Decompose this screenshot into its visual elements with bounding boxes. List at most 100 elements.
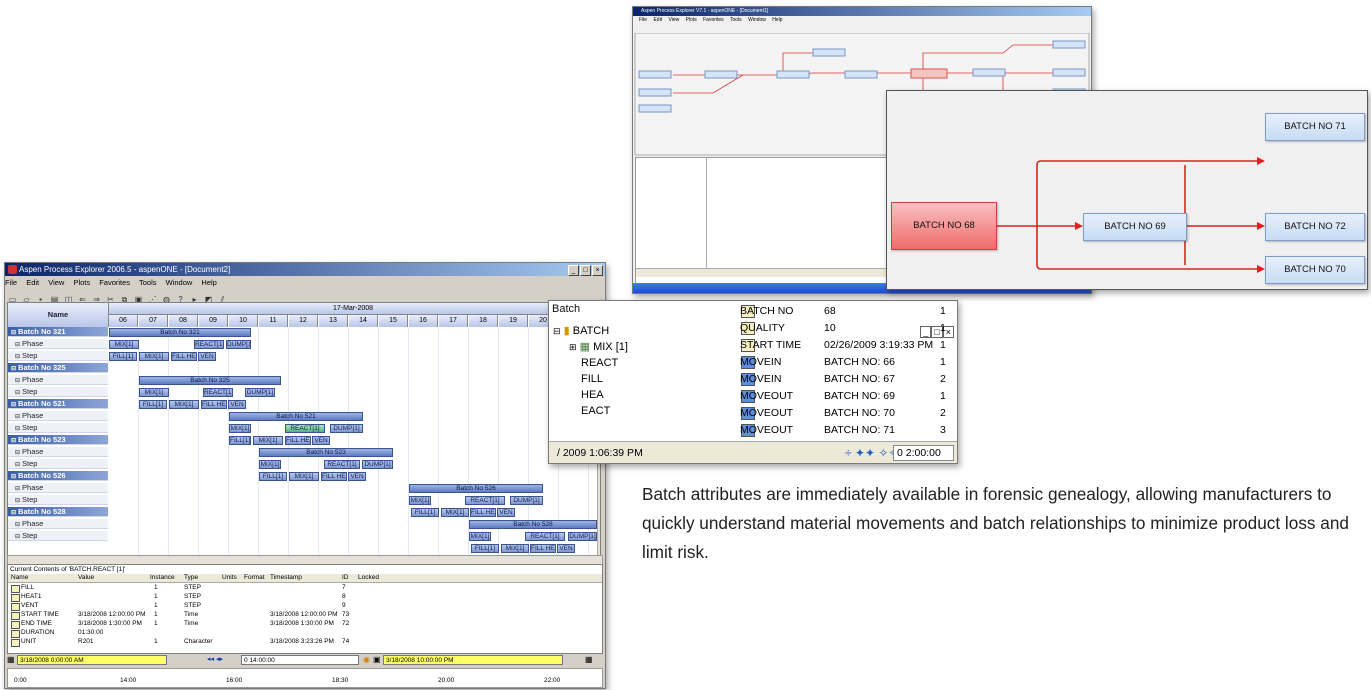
gantt-bar[interactable]: REACT[1] bbox=[525, 532, 565, 541]
collapse-icon[interactable]: ⊟ bbox=[15, 426, 20, 432]
gantt-bar[interactable]: DUMP[1] bbox=[330, 424, 363, 433]
subrow-label[interactable]: ⊟ Phase bbox=[8, 411, 108, 421]
subrow-label[interactable]: ⊟ Step bbox=[8, 531, 108, 541]
collapse-icon[interactable]: ⊟ bbox=[15, 462, 20, 468]
gantt-bar[interactable]: DUMP[1] bbox=[362, 460, 393, 469]
calendar-icon[interactable]: ▦ bbox=[7, 655, 15, 664]
collapse-icon[interactable]: ⊟ bbox=[15, 534, 20, 540]
status-span-field[interactable]: 0 2:00:00 bbox=[893, 445, 954, 461]
gantt-bar[interactable]: FILL[1] bbox=[139, 400, 167, 409]
subrow-label[interactable]: ⊟ Phase bbox=[8, 519, 108, 529]
menu-plots[interactable]: Plots bbox=[73, 278, 90, 287]
contents-row[interactable]: VENT 1 STEP 9 bbox=[8, 602, 602, 611]
menu-favorites[interactable]: Favorites bbox=[703, 17, 724, 23]
gantt-bar[interactable]: MIX[1] bbox=[169, 400, 199, 409]
attribute-row[interactable]: MOVEOUTBATCH NO: 713BatchReference bbox=[549, 422, 957, 439]
subrow-label[interactable]: ⊟ Step bbox=[8, 387, 108, 397]
batch-node-70[interactable]: BATCH NO 70 bbox=[1265, 256, 1365, 284]
collapse-icon[interactable]: ⊟ bbox=[11, 510, 16, 516]
batch-row-label[interactable]: ⊟ Batch No 325 bbox=[8, 363, 108, 373]
gantt-bar[interactable]: FILL HEAT bbox=[321, 472, 347, 481]
gantt-bar[interactable]: MIX[1] bbox=[139, 352, 169, 361]
collapse-icon[interactable]: ⊟ bbox=[15, 486, 20, 492]
contents-row[interactable]: FILL 1 STEP 7 bbox=[8, 584, 602, 593]
gantt-bar[interactable]: REACT[1] bbox=[194, 340, 224, 349]
attribute-row[interactable]: QUALITY101Numeric bbox=[549, 320, 957, 337]
contents-row[interactable]: UNIT R201 1 Character 3/18/2008 3:23:26 PM 74 bbox=[8, 638, 602, 647]
col-header-value[interactable]: Value bbox=[78, 574, 94, 581]
gantt-bar[interactable]: DUMP[1] bbox=[568, 532, 597, 541]
batch-row-label[interactable]: ⊟ Batch No 321 bbox=[8, 327, 108, 337]
gantt-bar[interactable]: FILL HEAT bbox=[201, 400, 227, 409]
end-time-field[interactable]: 3/18/2008 10:00:00 PM bbox=[383, 655, 563, 665]
contents-row[interactable]: START TIME 3/18/2008 12:00:00 PM 1 Time 3/18… bbox=[8, 611, 602, 620]
collapse-icon[interactable]: ⊟ bbox=[15, 378, 20, 384]
start-time-field[interactable]: 3/18/2008 0:00:00 AM bbox=[17, 655, 167, 665]
gantt-bar[interactable]: Batch No 528 bbox=[469, 520, 597, 529]
menu-help[interactable]: Help bbox=[201, 278, 216, 287]
gantt-bar[interactable]: Batch No 526 bbox=[409, 484, 543, 493]
subrow-label[interactable]: ⊟ Step bbox=[8, 351, 108, 361]
status-time[interactable]: / 2009 1:06:39 PM bbox=[557, 442, 643, 463]
gantt-bar[interactable]: FILL HEAT bbox=[530, 544, 556, 553]
gantt-bar[interactable]: MIX[1] bbox=[109, 340, 139, 349]
gantt-bar[interactable]: MIX[1] bbox=[259, 460, 281, 469]
gantt-bar[interactable]: FILL[1] bbox=[471, 544, 499, 553]
menu-view[interactable]: View bbox=[668, 17, 679, 23]
diagram-node[interactable] bbox=[704, 70, 738, 79]
contents-row[interactable]: HEAT1 1 STEP 8 bbox=[8, 593, 602, 602]
subrow-label[interactable]: ⊟ Phase bbox=[8, 483, 108, 493]
menu-view[interactable]: View bbox=[48, 278, 64, 287]
gantt-bar[interactable]: FILL[1] bbox=[259, 472, 287, 481]
subrow-label[interactable]: ⊟ Phase bbox=[8, 447, 108, 457]
gantt-bar[interactable]: VEN bbox=[228, 400, 246, 409]
diagram-node[interactable] bbox=[844, 70, 878, 79]
diagram-node[interactable] bbox=[638, 104, 672, 113]
batch-row-label[interactable]: ⊟ Batch No 521 bbox=[8, 399, 108, 409]
collapse-icon[interactable]: ⊟ bbox=[11, 402, 16, 408]
menu-favorites[interactable]: Favorites bbox=[99, 278, 130, 287]
collapse-icon[interactable]: ⊟ bbox=[11, 474, 16, 480]
menu-edit[interactable]: Edit bbox=[26, 278, 39, 287]
attribute-row[interactable]: MOVEOUTBATCH NO: 691BatchReference bbox=[549, 388, 957, 405]
batch-node-72[interactable]: BATCH NO 72 bbox=[1265, 213, 1365, 241]
menu-edit[interactable]: Edit bbox=[653, 17, 662, 23]
nav-arrows-icon[interactable]: ÷ ✦✦ ✧✧ bbox=[845, 442, 898, 463]
gantt-bar[interactable]: MIX[1] bbox=[229, 424, 251, 433]
attribute-row[interactable]: MOVEINBATCH NO: 672BatchReference bbox=[549, 371, 957, 388]
menu-plots[interactable]: Plots bbox=[686, 17, 697, 23]
collapse-icon[interactable]: ⊟ bbox=[15, 498, 20, 504]
gantt-bar[interactable]: MIX[1] bbox=[289, 472, 319, 481]
attribute-row[interactable]: START TIME02/26/2009 3:19:33 PM1Time bbox=[549, 337, 957, 354]
col-header-units[interactable]: Units bbox=[222, 574, 237, 581]
gantt-bar[interactable]: DUMP[1] bbox=[226, 340, 251, 349]
collapse-icon[interactable]: ⊟ bbox=[15, 354, 20, 360]
gantt-bar[interactable]: FILL[1] bbox=[229, 436, 251, 445]
attribute-row[interactable]: MOVEINBATCH NO: 661BatchReference bbox=[549, 354, 957, 371]
gantt-bar[interactable]: Batch No 521 bbox=[229, 412, 363, 421]
collapse-icon[interactable]: ⊟ bbox=[15, 342, 20, 348]
diagram-node[interactable] bbox=[812, 48, 846, 57]
batch-node-68[interactable]: BATCH NO 68 bbox=[891, 202, 997, 250]
close-button[interactable]: × bbox=[592, 265, 603, 276]
diagram-node[interactable] bbox=[638, 88, 672, 97]
col-header-instance[interactable]: Instance bbox=[150, 574, 175, 581]
attribute-row[interactable]: BATCH NO681Numeric bbox=[549, 303, 957, 320]
gantt-bar[interactable]: MIX[1] bbox=[501, 544, 529, 553]
collapse-icon[interactable]: ⊟ bbox=[11, 438, 16, 444]
contents-row[interactable]: DURATION 01:30:00 bbox=[8, 629, 602, 638]
gantt-bar[interactable]: FILL[1] bbox=[411, 508, 439, 517]
lock-icon[interactable]: ▣ bbox=[373, 655, 381, 664]
diagram-node[interactable] bbox=[1052, 40, 1086, 49]
menu-tools[interactable]: Tools bbox=[139, 278, 157, 287]
subrow-label[interactable]: ⊟ Step bbox=[8, 495, 108, 505]
batch-node-69[interactable]: BATCH NO 69 bbox=[1083, 213, 1187, 241]
gantt-bar[interactable]: VEN bbox=[312, 436, 330, 445]
collapse-icon[interactable]: ⊟ bbox=[15, 390, 20, 396]
collapse-icon[interactable]: ⊟ bbox=[11, 366, 16, 372]
menu-tools[interactable]: Tools bbox=[730, 17, 742, 23]
col-header-id[interactable]: ID bbox=[342, 574, 349, 581]
attribute-row[interactable]: MOVEOUTBATCH NO: 702BatchReference bbox=[549, 405, 957, 422]
gantt-bar[interactable]: VEN bbox=[497, 508, 515, 517]
gantt-bar[interactable]: FILL HEAT bbox=[171, 352, 197, 361]
